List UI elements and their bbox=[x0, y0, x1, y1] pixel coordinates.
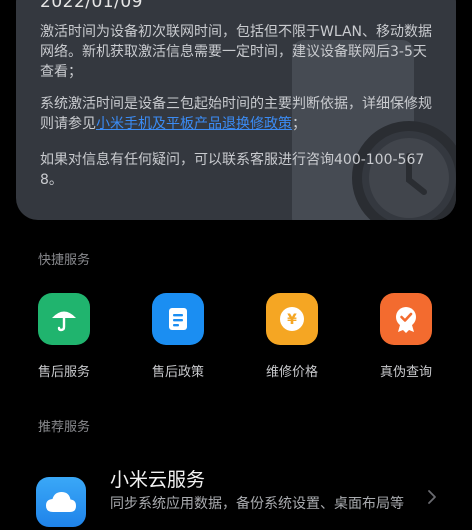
mi-cloud-service-item[interactable]: 小米云服务 同步系统应用数据，备份系统设置、桌面布局等 bbox=[0, 455, 472, 530]
after-sales-service-button[interactable]: 售后服务 bbox=[14, 293, 114, 383]
activation-info-card: 2022/01/09 激活时间为设备初次联网时间，包括但不限于WLAN、移动数据… bbox=[16, 0, 456, 220]
customer-service-text: 如果对信息有任何疑问，可以联系客服进行咨询400-100-5678。 bbox=[40, 152, 425, 188]
yuan-coin-icon: ¥ bbox=[266, 293, 318, 345]
cloud-icon bbox=[36, 477, 86, 527]
chevron-right-icon bbox=[428, 490, 436, 504]
warranty-basis-suffix: ； bbox=[292, 116, 306, 132]
warranty-page: 2022/01/09 激活时间为设备初次联网时间，包括但不限于WLAN、移动数据… bbox=[0, 0, 472, 530]
svg-text:¥: ¥ bbox=[287, 312, 297, 328]
document-icon bbox=[152, 293, 204, 345]
activation-date: 2022/01/09 bbox=[40, 0, 143, 12]
recommended-services-title: 推荐服务 bbox=[38, 420, 91, 435]
mi-cloud-title: 小米云服务 bbox=[110, 469, 206, 491]
quick-services-title: 快捷服务 bbox=[38, 253, 91, 268]
authenticity-check-button[interactable]: 真伪查询 bbox=[356, 293, 456, 383]
warranty-basis-text: 系统激活时间是设备三包起始时间的主要判断依据，详细保修规则请参见小米手机及平板产… bbox=[40, 94, 440, 134]
authenticity-check-label: 真伪查询 bbox=[379, 365, 432, 380]
after-sales-policy-button[interactable]: 售后政策 bbox=[128, 293, 228, 383]
mi-cloud-description: 同步系统应用数据，备份系统设置、桌面布局等 bbox=[110, 496, 404, 512]
umbrella-icon bbox=[38, 293, 90, 345]
return-policy-link[interactable]: 小米手机及平板产品退换修政策 bbox=[96, 116, 292, 132]
repair-price-label: 维修价格 bbox=[265, 365, 318, 380]
after-sales-policy-label: 售后政策 bbox=[151, 365, 204, 380]
activation-explanation: 激活时间为设备初次联网时间，包括但不限于WLAN、移动数据网络。新机获取激活信息… bbox=[40, 24, 433, 80]
verified-badge-icon bbox=[380, 293, 432, 345]
repair-price-button[interactable]: ¥ 维修价格 bbox=[242, 293, 342, 383]
after-sales-service-label: 售后服务 bbox=[37, 365, 90, 380]
